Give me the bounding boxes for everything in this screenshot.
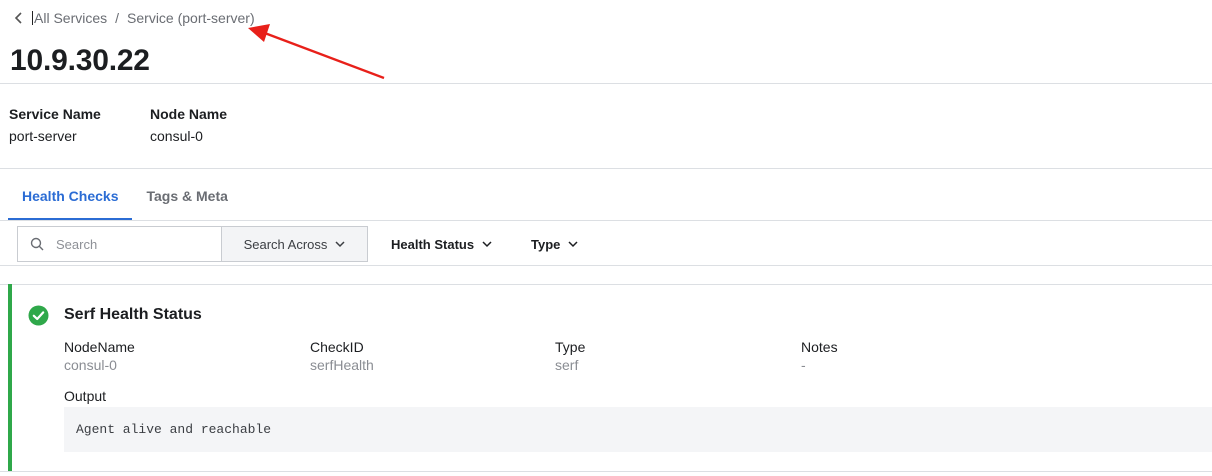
node-name-value: consul-0 [150,128,203,144]
search-across-label: Search Across [243,236,328,252]
node-name-field-label: NodeName [64,339,135,355]
tab-bar: Health Checks Tags & Meta [8,174,242,221]
node-name-label: Node Name [150,106,228,122]
health-status-filter[interactable]: Health Status [391,226,492,262]
search-icon [30,237,44,251]
check-id-field-label: CheckID [310,339,364,355]
type-field-label: Type [555,339,586,355]
tab-health-checks[interactable]: Health Checks [8,174,133,221]
annotation-arrow [248,24,385,80]
node-name-detail: Node Name consul-0 [150,106,227,144]
search-field[interactable] [17,226,222,262]
notes-field-value: - [801,357,806,373]
type-filter[interactable]: Type [531,226,578,262]
service-name-label: Service Name [9,106,101,122]
notes-field-label: Notes [801,339,838,355]
card-bottom-border [0,471,1212,472]
tab-tags-meta[interactable]: Tags & Meta [132,174,241,218]
check-id-field-value: serfHealth [310,357,374,373]
check-circle-icon [28,305,49,326]
output-label: Output [64,388,107,404]
text-cursor [32,11,33,25]
search-across-dropdown[interactable]: Search Across [221,226,368,262]
type-field-value: serf [555,357,579,373]
chevron-down-icon [335,240,345,247]
chevron-down-icon [482,240,492,247]
health-status-label: Health Status [391,236,475,252]
divider [0,265,1212,266]
chevron-left-icon[interactable] [12,11,26,25]
breadcrumb-separator: / [115,10,120,26]
type-filter-label: Type [531,236,561,252]
node-name-field-value: consul-0 [64,357,117,373]
output-text: Agent alive and reachable [76,422,272,437]
health-check-title: Serf Health Status [64,306,202,323]
service-name-detail: Service Name port-server [9,106,101,144]
breadcrumb: All Services / Service (port-server) [12,8,255,28]
breadcrumb-current-service-link[interactable]: Service (port-server) [127,10,255,26]
divider [0,168,1212,169]
breadcrumb-all-services-link[interactable]: All Services [34,10,107,26]
divider [0,83,1212,84]
divider [0,220,1212,221]
service-name-value: port-server [9,128,77,144]
chevron-down-icon [568,240,578,247]
search-input[interactable] [54,235,208,253]
page-title: 10.9.30.22 [10,44,150,77]
